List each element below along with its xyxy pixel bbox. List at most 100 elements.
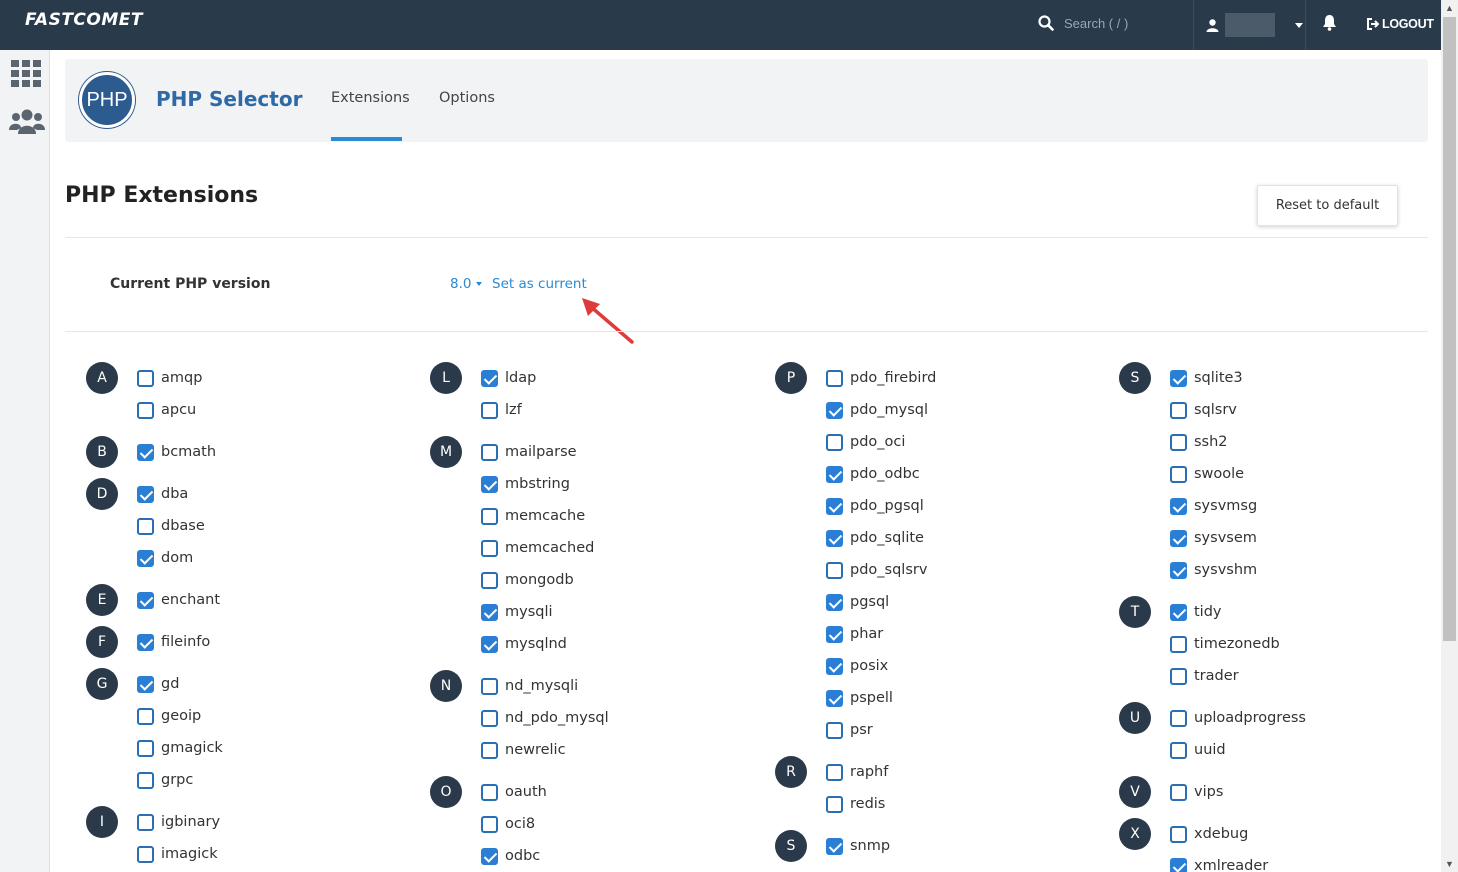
- extension-checkbox[interactable]: [137, 517, 154, 535]
- extension-checkbox[interactable]: [826, 689, 843, 707]
- chevron-down-icon[interactable]: [1295, 22, 1303, 28]
- extension-checkbox[interactable]: [1170, 741, 1187, 759]
- extension-item[interactable]: timezonedb: [1170, 634, 1280, 654]
- extension-item[interactable]: enchant: [137, 590, 220, 610]
- extension-checkbox[interactable]: [481, 475, 498, 493]
- extension-checkbox[interactable]: [826, 721, 843, 739]
- extension-checkbox[interactable]: [481, 539, 498, 557]
- extension-item[interactable]: pdo_sqlsrv: [826, 560, 927, 580]
- extension-checkbox[interactable]: [137, 707, 154, 725]
- extension-item[interactable]: mysqli: [481, 602, 553, 622]
- user-menu[interactable]: user: [1193, 0, 1306, 50]
- extension-item[interactable]: redis: [826, 794, 885, 814]
- extension-item[interactable]: dbase: [137, 516, 205, 536]
- extension-item[interactable]: memcached: [481, 538, 594, 558]
- extension-item[interactable]: mongodb: [481, 570, 574, 590]
- extension-checkbox[interactable]: [137, 813, 154, 831]
- extension-item[interactable]: uploadprogress: [1170, 708, 1306, 728]
- extension-checkbox[interactable]: [137, 549, 154, 567]
- extension-item[interactable]: bcmath: [137, 442, 216, 462]
- extension-checkbox[interactable]: [826, 401, 843, 419]
- extension-item[interactable]: pgsql: [826, 592, 889, 612]
- apps-grid-icon[interactable]: [11, 60, 41, 88]
- extension-item[interactable]: sysvshm: [1170, 560, 1257, 580]
- extension-checkbox[interactable]: [826, 433, 843, 451]
- extension-item[interactable]: lzf: [481, 400, 522, 420]
- extension-item[interactable]: dom: [137, 548, 193, 568]
- extension-item[interactable]: raphf: [826, 762, 888, 782]
- extension-checkbox[interactable]: [481, 603, 498, 621]
- extension-item[interactable]: nd_pdo_mysql: [481, 708, 609, 728]
- extension-checkbox[interactable]: [481, 847, 498, 865]
- extension-item[interactable]: pspell: [826, 688, 893, 708]
- extension-checkbox[interactable]: [826, 625, 843, 643]
- extension-checkbox[interactable]: [1170, 825, 1187, 843]
- extension-checkbox[interactable]: [1170, 401, 1187, 419]
- extension-item[interactable]: dba: [137, 484, 188, 504]
- page-scrollbar[interactable]: ▲ ▼: [1441, 0, 1458, 872]
- extension-checkbox[interactable]: [826, 657, 843, 675]
- extension-item[interactable]: igbinary: [137, 812, 220, 832]
- extension-checkbox[interactable]: [1170, 433, 1187, 451]
- extension-checkbox[interactable]: [137, 633, 154, 651]
- extension-item[interactable]: mailparse: [481, 442, 577, 462]
- tab-extensions[interactable]: Extensions: [331, 90, 410, 106]
- extension-item[interactable]: vips: [1170, 782, 1223, 802]
- extension-checkbox[interactable]: [137, 675, 154, 693]
- extension-checkbox[interactable]: [1170, 497, 1187, 515]
- extension-item[interactable]: xmlreader: [1170, 856, 1268, 872]
- extension-checkbox[interactable]: [481, 507, 498, 525]
- extension-item[interactable]: swoole: [1170, 464, 1244, 484]
- extension-item[interactable]: amqp: [137, 368, 202, 388]
- extension-item[interactable]: mbstring: [481, 474, 570, 494]
- extension-checkbox[interactable]: [1170, 667, 1187, 685]
- extension-checkbox[interactable]: [826, 593, 843, 611]
- extension-checkbox[interactable]: [1170, 465, 1187, 483]
- extension-item[interactable]: mysqlnd: [481, 634, 567, 654]
- extension-checkbox[interactable]: [826, 763, 843, 781]
- extension-item[interactable]: xdebug: [1170, 824, 1248, 844]
- extension-checkbox[interactable]: [137, 401, 154, 419]
- extension-checkbox[interactable]: [137, 845, 154, 863]
- extension-checkbox[interactable]: [1170, 709, 1187, 727]
- extension-checkbox[interactable]: [1170, 635, 1187, 653]
- search-input[interactable]: Search ( / ): [1064, 16, 1128, 31]
- extension-item[interactable]: oauth: [481, 782, 547, 802]
- extension-item[interactable]: fileinfo: [137, 632, 210, 652]
- extension-checkbox[interactable]: [481, 709, 498, 727]
- extension-checkbox[interactable]: [137, 771, 154, 789]
- extension-item[interactable]: newrelic: [481, 740, 566, 760]
- scroll-down-arrow-icon[interactable]: ▼: [1445, 859, 1454, 869]
- extension-checkbox[interactable]: [481, 677, 498, 695]
- extension-item[interactable]: geoip: [137, 706, 201, 726]
- extension-checkbox[interactable]: [481, 783, 498, 801]
- extension-item[interactable]: memcache: [481, 506, 585, 526]
- set-as-current-link[interactable]: Set as current: [492, 276, 587, 292]
- search-box[interactable]: Search ( / ): [1038, 15, 1128, 31]
- extension-item[interactable]: uuid: [1170, 740, 1226, 760]
- extension-item[interactable]: snmp: [826, 836, 890, 856]
- fastcomet-logo[interactable]: FASTCOMET: [25, 10, 143, 30]
- extension-item[interactable]: pdo_sqlite: [826, 528, 924, 548]
- scroll-up-arrow-icon[interactable]: ▲: [1445, 3, 1454, 13]
- extension-checkbox[interactable]: [826, 465, 843, 483]
- extension-item[interactable]: odbc: [481, 846, 540, 866]
- extension-item[interactable]: grpc: [137, 770, 193, 790]
- extension-checkbox[interactable]: [826, 529, 843, 547]
- extension-item[interactable]: psr: [826, 720, 873, 740]
- extension-item[interactable]: tidy: [1170, 602, 1222, 622]
- php-version-dropdown[interactable]: 8.0: [450, 276, 483, 292]
- extension-checkbox[interactable]: [826, 561, 843, 579]
- extension-checkbox[interactable]: [826, 837, 843, 855]
- reset-to-default-button[interactable]: Reset to default: [1257, 185, 1398, 226]
- extension-checkbox[interactable]: [1170, 561, 1187, 579]
- extension-checkbox[interactable]: [137, 443, 154, 461]
- extension-item[interactable]: phar: [826, 624, 883, 644]
- extension-item[interactable]: gd: [137, 674, 179, 694]
- extension-item[interactable]: pdo_firebird: [826, 368, 936, 388]
- extension-checkbox[interactable]: [481, 401, 498, 419]
- extension-checkbox[interactable]: [137, 739, 154, 757]
- extension-item[interactable]: imagick: [137, 844, 218, 864]
- extension-item[interactable]: pdo_pgsql: [826, 496, 924, 516]
- extension-item[interactable]: ssh2: [1170, 432, 1228, 452]
